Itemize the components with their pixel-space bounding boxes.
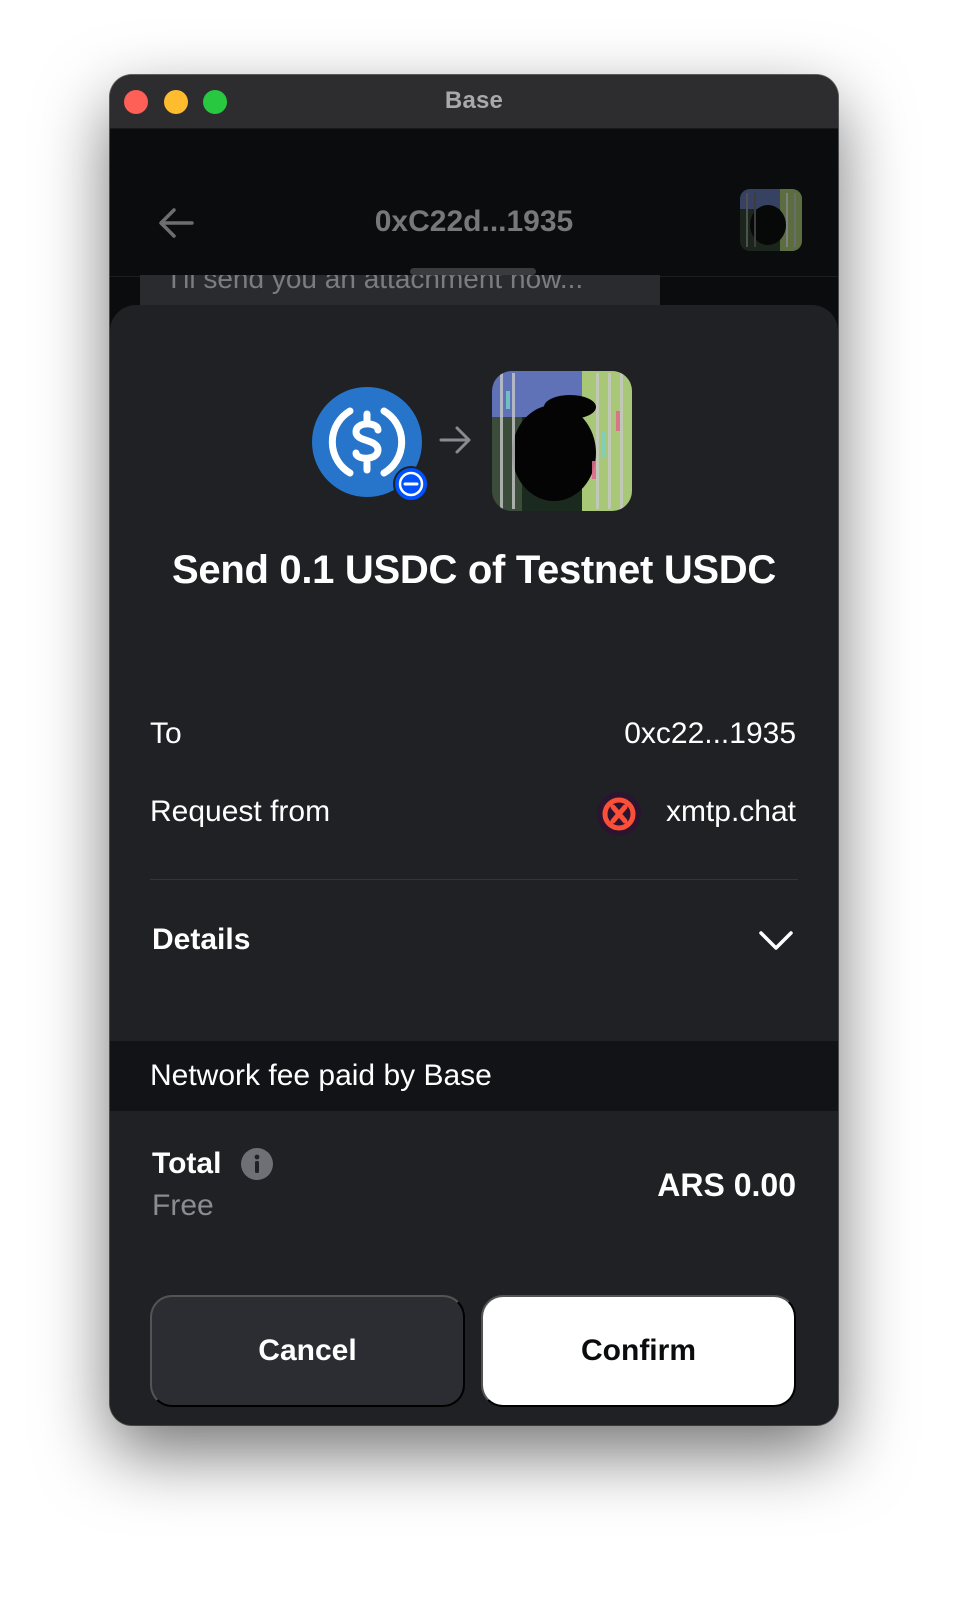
request-from-label: Request from: [150, 795, 331, 828]
total-label: Total: [152, 1147, 222, 1180]
info-icon[interactable]: [240, 1147, 274, 1181]
app-window: Base 0xC22d...1935 I'll send you an atta…: [110, 75, 838, 1425]
transaction-sheet: Send 0.1 USDC of Testnet USDC To 0xc22..…: [110, 305, 838, 1425]
xmtp-logo-icon: [597, 792, 641, 836]
chat-title: 0xC22d...1935: [374, 205, 574, 238]
minus-badge-icon: [393, 466, 429, 502]
network-fee-banner: Network fee paid by Base: [110, 1041, 838, 1111]
window-title: Base: [444, 87, 504, 114]
confirm-button[interactable]: Confirm: [481, 1295, 796, 1407]
details-toggle[interactable]: Details: [152, 923, 250, 957]
total-subtext: Free: [152, 1189, 214, 1222]
title-bar: Base: [110, 75, 838, 129]
divider: [150, 879, 798, 880]
message-text: I'll send you an attachment now...: [170, 275, 584, 294]
network-fee-text: Network fee paid by Base: [150, 1059, 492, 1092]
to-address: 0xc22...1935: [624, 717, 796, 750]
recipient-avatar: [492, 371, 632, 511]
transaction-headline: Send 0.1 USDC of Testnet USDC: [172, 548, 776, 592]
contact-avatar[interactable]: [740, 189, 802, 251]
sheet-grabber[interactable]: [410, 268, 536, 275]
chat-header: 0xC22d...1935: [110, 129, 838, 277]
chevron-down-icon[interactable]: [758, 925, 794, 955]
total-amount: ARS 0.00: [657, 1167, 796, 1203]
cancel-button[interactable]: Cancel: [150, 1295, 465, 1407]
message-bubble: I'll send you an attachment now...: [140, 275, 660, 307]
to-label: To: [150, 717, 182, 750]
request-from-value: xmtp.chat: [665, 795, 796, 828]
arrow-right-icon: [439, 426, 471, 454]
